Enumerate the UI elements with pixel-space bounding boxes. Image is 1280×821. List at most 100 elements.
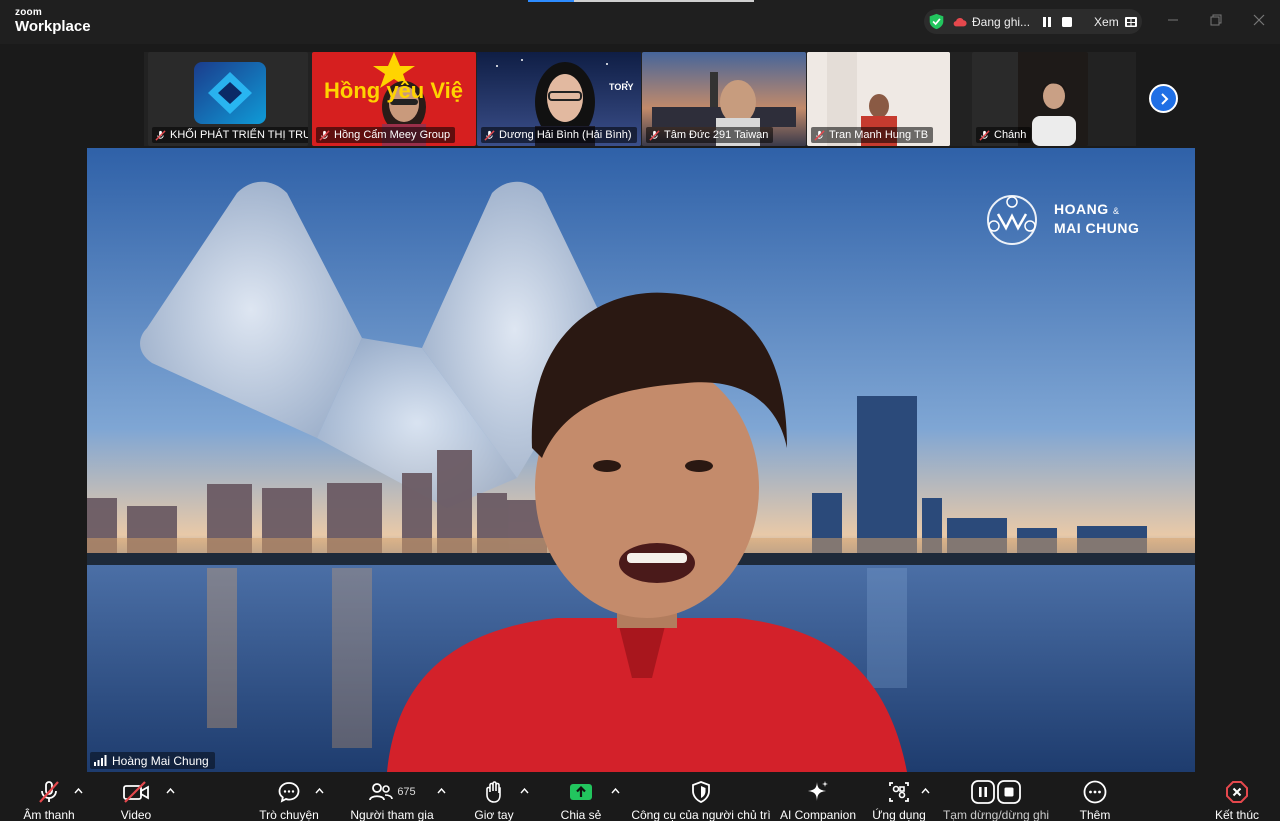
chip-avatar — [194, 62, 266, 124]
close-window-button[interactable] — [1237, 0, 1280, 40]
participant-name-tag: Dương Hải Bình (Hải Bình) — [481, 127, 637, 143]
apps-icon — [889, 782, 909, 802]
meeting-toolbar: Âm thanh Video Trò chuyện 675 Người tham… — [0, 772, 1280, 821]
pause-recording-label: Tạm dừng/dừng ghi — [942, 808, 1050, 821]
logo-line1: HOANG — [1054, 201, 1109, 217]
shield-check-icon[interactable] — [928, 13, 945, 30]
app-logo: zoom Workplace — [15, 7, 91, 35]
participant-tile[interactable]: Chánh — [972, 52, 1088, 146]
video-options-caret-icon[interactable] — [166, 788, 175, 794]
participants-button[interactable]: 675 Người tham gia — [348, 772, 436, 821]
window-controls — [1151, 0, 1280, 40]
cloud-record-icon — [953, 17, 967, 26]
participant-name-tag: Tran Manh Hung TB — [811, 127, 934, 143]
participant-name: Chánh — [994, 129, 1027, 141]
participant-name-tag: Chánh — [976, 127, 1032, 143]
minimize-icon — [1167, 19, 1178, 21]
virtual-background — [87, 148, 1195, 772]
mic-muted-icon — [979, 129, 990, 141]
participant-name: Tran Manh Hung TB — [829, 129, 929, 141]
pause-icon — [971, 780, 995, 804]
video-label: Video — [120, 808, 152, 821]
apps-options-caret-icon[interactable] — [921, 788, 930, 794]
minimize-button[interactable] — [1151, 0, 1194, 40]
participants-label: Người tham gia — [350, 808, 434, 821]
mic-muted-icon — [319, 129, 330, 141]
restore-button[interactable] — [1194, 0, 1237, 40]
ai-companion-label: AI Companion — [779, 808, 857, 821]
participant-count: 675 — [397, 786, 416, 798]
gallery-strip: KHỐI PHÁT TRIỂN THỊ TRƯ... Hồng yêu Việ … — [144, 52, 1136, 146]
gallery-next-button[interactable] — [1149, 84, 1178, 113]
main-speaker-video[interactable]: HOANG & MAI CHUNG Hoàng Mai Chung — [87, 148, 1195, 772]
recording-status: Đang ghi... — [972, 14, 1031, 29]
restore-icon — [1210, 14, 1221, 26]
chat-options-caret-icon[interactable] — [315, 788, 324, 794]
signal-strength-icon — [94, 755, 107, 766]
participant-name-tag: Tâm Đức 291 Taiwan — [646, 127, 774, 143]
video-off-icon — [123, 781, 149, 803]
company-logo-text: HOANG & MAI CHUNG — [1054, 201, 1139, 237]
participant-name-tag: Hồng Cẩm Meey Group — [316, 127, 456, 143]
mic-muted-icon — [814, 129, 825, 141]
share-options-caret-icon[interactable] — [611, 788, 620, 794]
chevron-right-icon — [1160, 92, 1168, 105]
chat-icon — [278, 782, 300, 803]
tile-badge: TORY — [609, 82, 634, 92]
brand-bottom: Workplace — [15, 18, 91, 35]
hand-icon — [486, 781, 501, 803]
recording-pill: Đang ghi... Xem — [924, 9, 1142, 34]
participant-name: Hồng Cẩm Meey Group — [334, 129, 451, 141]
share-screen-button[interactable]: Chia sẻ — [555, 772, 607, 821]
sparkle-icon — [808, 781, 828, 801]
more-label: Thêm — [1079, 808, 1111, 821]
share-label: Chia sẻ — [560, 808, 602, 821]
participant-tile[interactable]: Hồng yêu Việ Hồng Cẩm Meey Group — [312, 52, 476, 146]
participant-name: Tâm Đức 291 Taiwan — [664, 129, 769, 141]
share-screen-icon — [570, 784, 592, 800]
close-icon — [1253, 14, 1264, 26]
audio-button[interactable]: Âm thanh — [18, 772, 80, 821]
more-dots-icon — [1083, 780, 1107, 804]
raise-hand-label: Giơ tay — [474, 808, 514, 821]
more-button[interactable]: Thêm — [1070, 772, 1120, 821]
brand-top: zoom — [15, 7, 42, 18]
end-call-icon — [1226, 781, 1248, 803]
speaker-name-tag: Hoàng Mai Chung — [90, 752, 215, 769]
title-bar: zoom Workplace Đang ghi... Xem — [0, 0, 1280, 44]
stop-icon — [997, 780, 1021, 804]
top-indicator — [528, 0, 574, 2]
pause-stop-recording-button[interactable]: Tạm dừng/dừng ghi — [940, 772, 1052, 821]
mic-muted-icon — [649, 129, 660, 141]
participants-options-caret-icon[interactable] — [437, 788, 446, 794]
participant-tile[interactable]: KHỐI PHÁT TRIỂN THỊ TRƯ... — [148, 52, 308, 146]
apps-label: Ứng dụng — [872, 808, 926, 821]
reactions-caret-icon[interactable] — [520, 788, 529, 794]
participant-name: KHỐI PHÁT TRIỂN THỊ TRƯ... — [170, 129, 308, 141]
banner-text: Hồng yêu Việ — [324, 78, 463, 103]
host-tools-button[interactable]: Công cụ của người chủ trì — [630, 772, 772, 821]
audio-options-caret-icon[interactable] — [74, 788, 83, 794]
logo-line2: MAI CHUNG — [1054, 220, 1140, 236]
speaker-name: Hoàng Mai Chung — [112, 753, 209, 768]
video-button[interactable]: Video — [110, 772, 162, 821]
logo-amp: & — [1113, 206, 1120, 216]
participant-tile[interactable]: TORY Dương Hải Bình (Hải Bình) — [477, 52, 641, 146]
host-shield-icon — [692, 781, 710, 803]
participant-tile[interactable]: Tran Manh Hung TB — [807, 52, 950, 146]
mic-muted-icon — [484, 129, 495, 141]
host-tools-label: Công cụ của người chủ trì — [631, 808, 771, 821]
ai-companion-button[interactable]: AI Companion — [778, 772, 858, 821]
view-button[interactable]: Xem — [1094, 15, 1137, 29]
end-meeting-button[interactable]: Kết thúc — [1208, 772, 1266, 821]
apps-button[interactable]: Ứng dụng — [868, 772, 930, 821]
pause-recording-icon[interactable] — [1042, 16, 1052, 27]
chat-button[interactable]: Trò chuyện — [250, 772, 328, 821]
participant-tile[interactable]: Tâm Đức 291 Taiwan — [642, 52, 806, 146]
mic-muted-icon — [39, 781, 59, 803]
top-indicator-secondary — [574, 0, 754, 2]
participant-name-tag: KHỐI PHÁT TRIỂN THỊ TRƯ... — [152, 127, 308, 143]
raise-hand-button[interactable]: Giơ tay — [466, 772, 522, 821]
participant-name: Dương Hải Bình (Hải Bình) — [499, 129, 632, 141]
stop-recording-icon[interactable] — [1062, 16, 1073, 27]
